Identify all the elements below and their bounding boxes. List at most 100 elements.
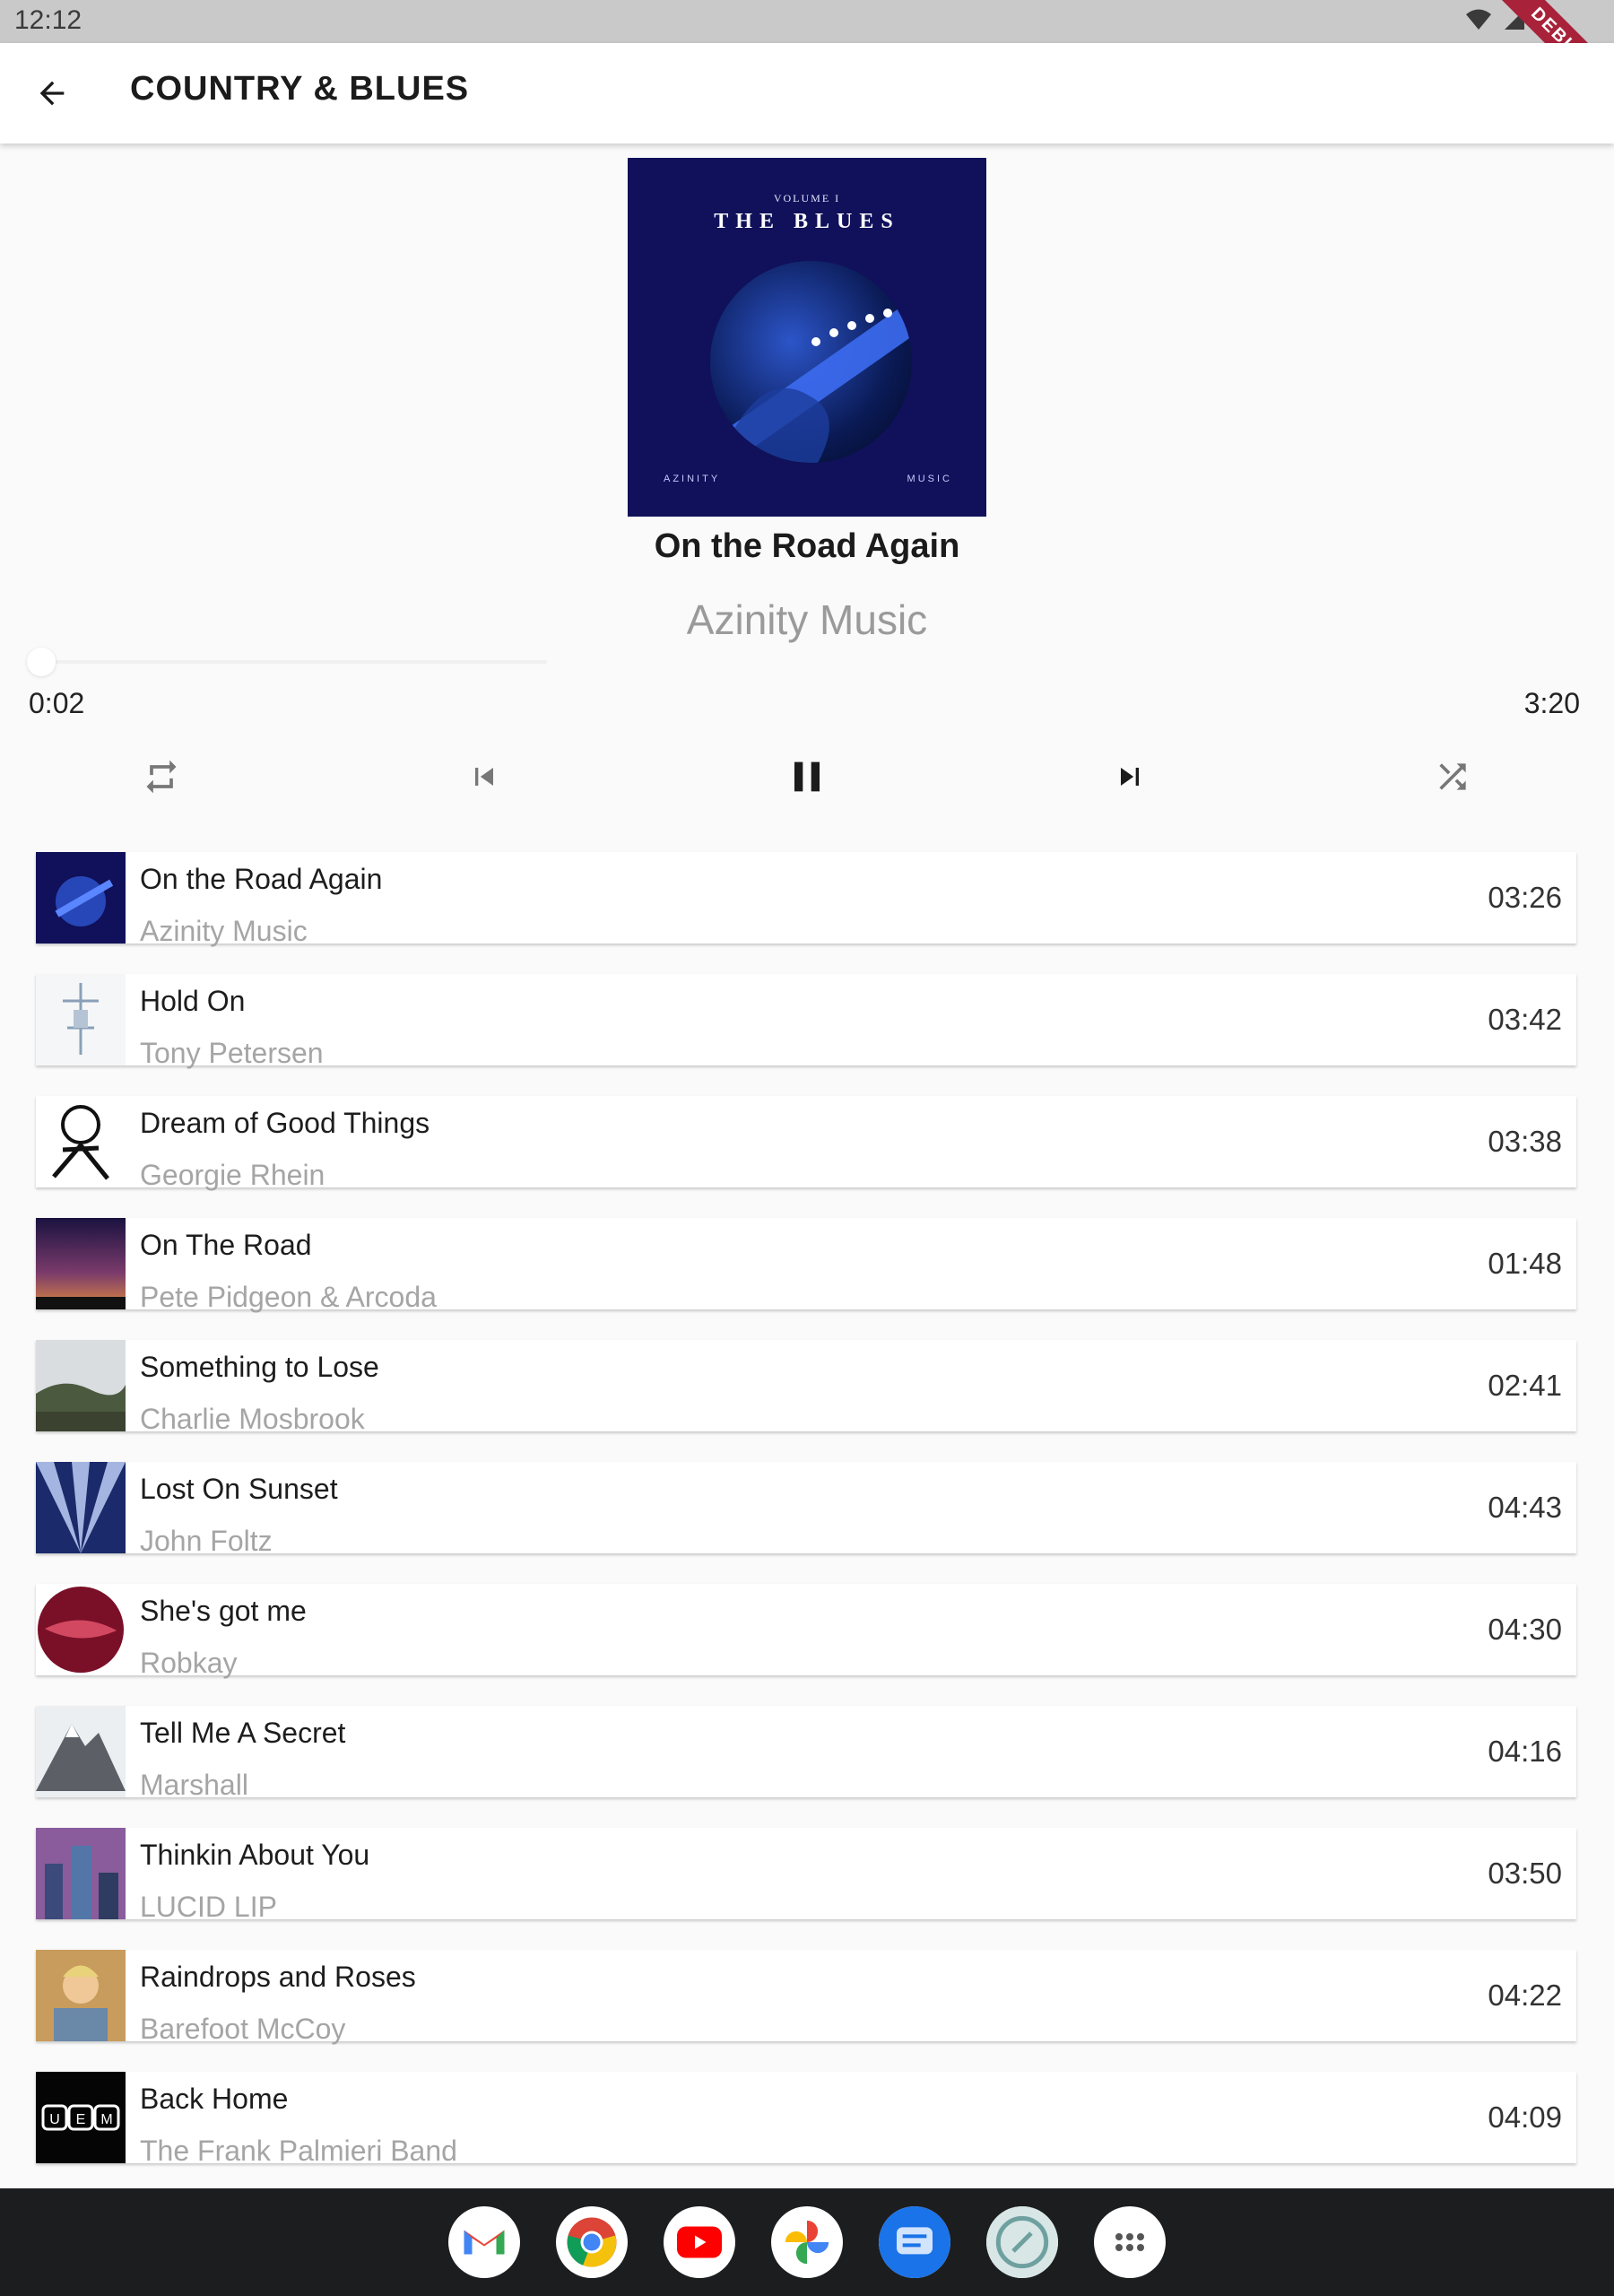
track-duration: 02:41 [1488, 1369, 1562, 1402]
track-row[interactable]: Raindrops and Roses Barefoot McCoy 04:22 [36, 1950, 1576, 2045]
track-title: On The Road [140, 1229, 312, 1261]
arrow-back-icon [39, 81, 65, 106]
track-row[interactable]: Tell Me A Secret Marshall 04:16 [36, 1706, 1576, 1801]
track-list: On the Road Again Azinity Music 03:26 Hold … [36, 852, 1576, 2194]
chrome-app-button[interactable] [556, 2206, 628, 2278]
track-artist: Pete Pidgeon & Arcoda [140, 1281, 437, 1313]
track-artwork [36, 852, 126, 944]
previous-button[interactable] [457, 750, 511, 804]
track-duration: 04:43 [1488, 1491, 1562, 1524]
repeat-icon [146, 760, 177, 794]
status-bar: 12:12 DEBUG [0, 0, 1614, 124]
cover-label-left: AZINITY [664, 474, 721, 484]
wifi-icon [1466, 9, 1491, 30]
svg-text:M: M [100, 2112, 112, 2127]
track-title: She's got me [140, 1595, 307, 1627]
app-dock [0, 2188, 1614, 2296]
track-row[interactable]: Thinkin About You LUCID LIP 03:50 [36, 1828, 1576, 1923]
seek-bar-track[interactable] [27, 660, 547, 664]
track-artwork [36, 1218, 126, 1309]
track-artist: LUCID LIP [140, 1891, 277, 1923]
shuffle-icon [1439, 763, 1466, 790]
cover-guitar-art [710, 261, 912, 463]
track-title: Thinkin About You [140, 1839, 370, 1871]
track-artwork [36, 1706, 126, 1797]
youtube-app-button[interactable] [664, 2206, 735, 2278]
track-artwork [36, 974, 126, 1065]
play-pause-button[interactable] [780, 750, 834, 804]
track-artist: Georgie Rhein [140, 1159, 325, 1191]
track-title: Raindrops and Roses [140, 1961, 416, 1993]
elapsed-time: 0:02 [29, 687, 85, 719]
track-duration: 03:42 [1488, 1003, 1562, 1036]
track-artist: Charlie Mosbrook [140, 1403, 365, 1435]
track-duration: 04:16 [1488, 1735, 1562, 1768]
track-duration: 04:30 [1488, 1613, 1562, 1646]
page-title: COUNTRY & BLUES [130, 70, 470, 108]
track-artist: Marshall [140, 1769, 248, 1801]
track-duration: 03:26 [1488, 881, 1562, 914]
track-row[interactable]: Something to Lose Charlie Mosbrook 02:41 [36, 1340, 1576, 1435]
gmail-icon [460, 2218, 508, 2266]
track-duration: 03:50 [1488, 1857, 1562, 1890]
svg-text:E: E [76, 2112, 86, 2127]
pause-icon [794, 761, 820, 792]
track-duration: 04:09 [1488, 2100, 1562, 2134]
track-duration: 04:22 [1488, 1979, 1562, 2012]
app-bar: COUNTRY & BLUES [0, 43, 1614, 144]
status-time: 12:12 [14, 5, 82, 35]
track-row[interactable]: She's got me Robkay 04:30 [36, 1584, 1576, 1679]
track-artist: The Frank Palmieri Band [140, 2135, 457, 2167]
track-row[interactable]: Dream of Good Things Georgie Rhein 03:38 [36, 1096, 1576, 1191]
now-playing-artist: Azinity Music [686, 596, 928, 643]
messages-icon [879, 2206, 950, 2278]
track-artist: Robkay [140, 1647, 238, 1679]
track-artwork: U EM [36, 2072, 126, 2163]
track-row[interactable]: On the Road Again Azinity Music 03:26 [36, 852, 1576, 947]
back-button[interactable] [27, 68, 77, 118]
files-app-button[interactable] [986, 2206, 1058, 2278]
track-artist: Azinity Music [140, 915, 308, 947]
track-artwork [36, 1584, 126, 1675]
album-cover: VOLUME I THE BLUES AZINITY MUSIC [628, 158, 986, 517]
track-artist: Tony Petersen [140, 1037, 324, 1069]
track-title: Dream of Good Things [140, 1107, 430, 1139]
track-row[interactable]: U E M Back Home The Frank Palmieri Band 04:09 [36, 2072, 1576, 2167]
track-title: Something to Lose [140, 1351, 379, 1383]
messages-app-button[interactable] [879, 2206, 950, 2278]
photos-app-button[interactable] [771, 2206, 843, 2278]
cover-volume: VOLUME I [773, 192, 841, 204]
photos-icon [781, 2216, 833, 2268]
track-title: Hold On [140, 985, 246, 1017]
track-artwork [36, 1462, 126, 1553]
track-duration: 03:38 [1488, 1125, 1562, 1158]
chrome-icon [565, 2215, 619, 2269]
track-row[interactable]: Hold On Tony Petersen 03:42 [36, 974, 1576, 1069]
track-artist: John Foltz [140, 1525, 273, 1557]
repeat-button[interactable] [134, 750, 188, 804]
seek-bar-thumb[interactable] [26, 648, 56, 676]
next-button[interactable] [1103, 750, 1157, 804]
svg-text:U: U [49, 2112, 60, 2127]
app-drawer-icon [1108, 2221, 1151, 2264]
cover-label-right: MUSIC [907, 474, 952, 484]
track-artwork [36, 1828, 126, 1919]
shuffle-button[interactable] [1426, 750, 1480, 804]
track-row[interactable]: Lost On Sunset John Foltz 04:43 [36, 1462, 1576, 1557]
app-drawer-app-button[interactable] [1094, 2206, 1166, 2278]
track-artwork [36, 1950, 126, 2041]
skip-next-icon [1121, 768, 1139, 786]
files-icon [986, 2206, 1058, 2278]
track-artwork [36, 1340, 126, 1431]
gmail-app-button[interactable] [448, 2206, 520, 2278]
total-duration: 3:20 [1523, 687, 1580, 719]
track-duration: 01:48 [1488, 1247, 1562, 1280]
track-title: Lost On Sunset [140, 1473, 338, 1505]
track-title: Tell Me A Secret [140, 1717, 346, 1749]
track-artwork [36, 1096, 126, 1187]
skip-previous-icon [475, 768, 493, 786]
track-artist: Barefoot McCoy [140, 2013, 346, 2045]
track-title: Back Home [140, 2083, 289, 2115]
cover-title: THE BLUES [714, 210, 900, 233]
track-row[interactable]: On The Road Pete Pidgeon & Arcoda 01:48 [36, 1218, 1576, 1313]
